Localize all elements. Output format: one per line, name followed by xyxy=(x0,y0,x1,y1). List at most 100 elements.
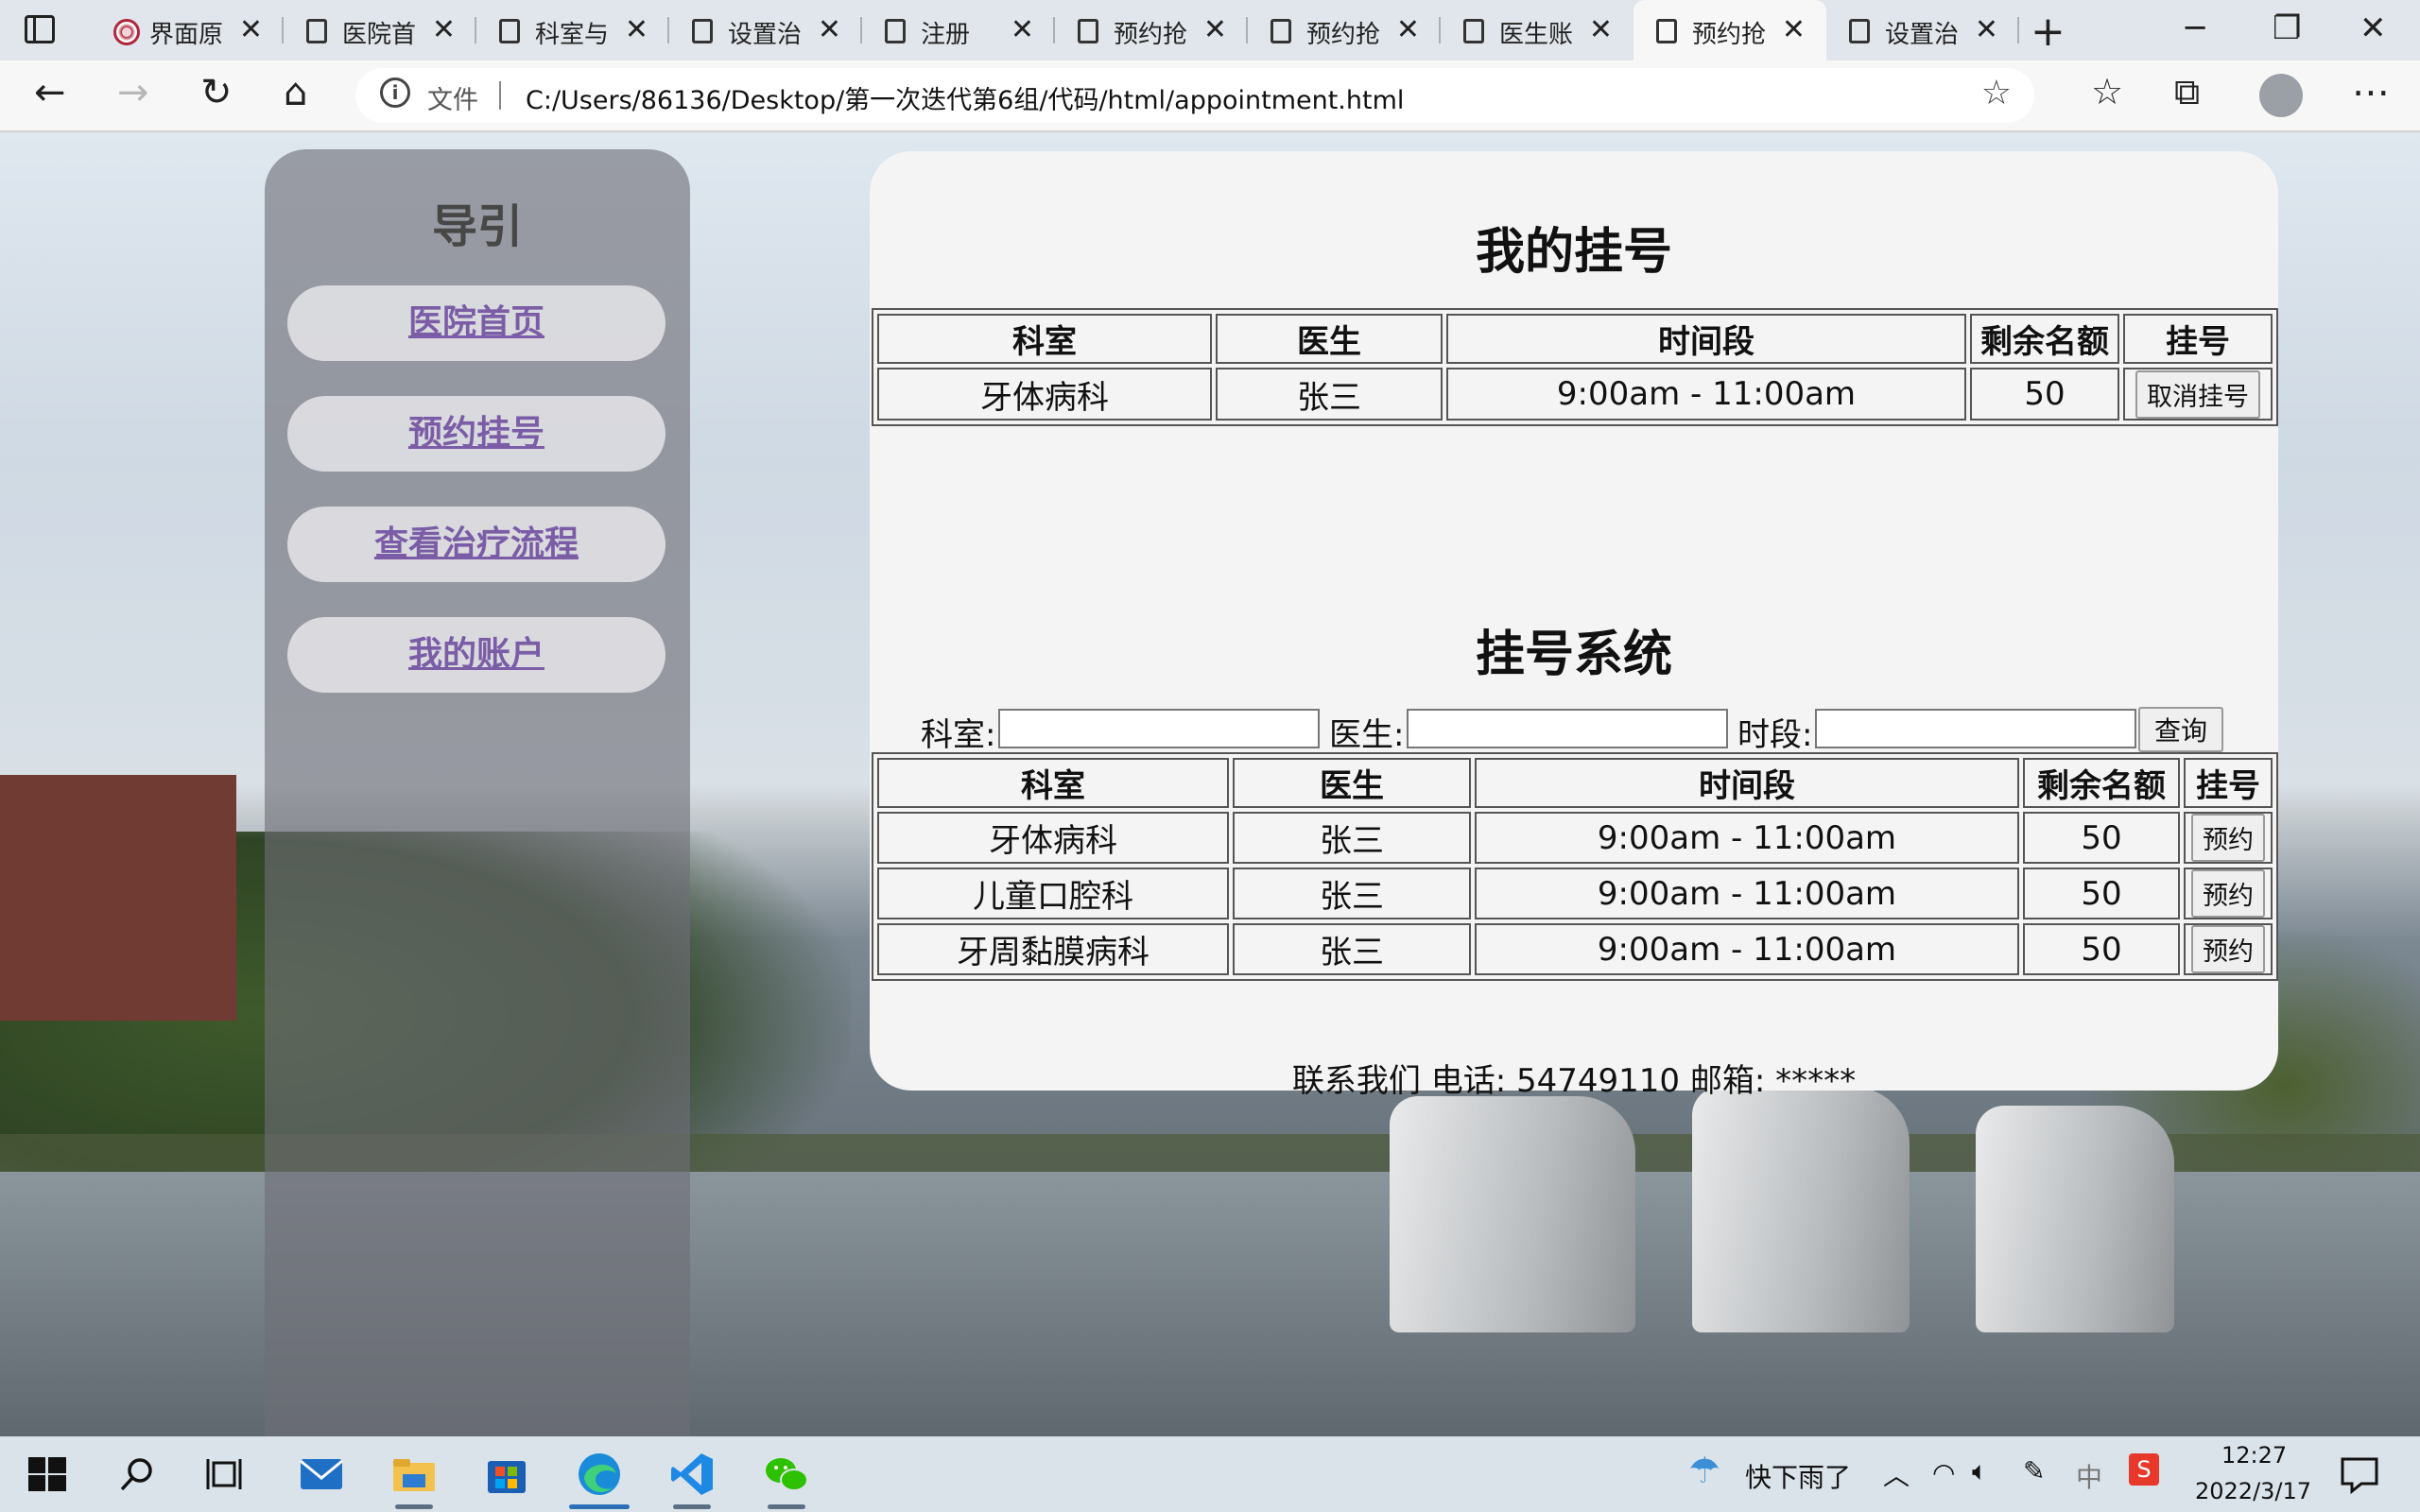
vscode-icon[interactable] xyxy=(667,1450,717,1499)
close-icon[interactable]: ✕ xyxy=(1589,13,1613,46)
close-icon[interactable]: ✕ xyxy=(239,13,263,46)
tab-1[interactable]: 界面原 ✕ xyxy=(91,0,284,60)
browser-toolbar: ← → ↻ ⌂ i 文件 C:/Users/86136/Desktop/第一次迭… xyxy=(0,60,2420,132)
nav-link-appointment[interactable]: 预约挂号 xyxy=(287,396,666,472)
action-cell: 预约 xyxy=(2184,812,2273,864)
minimize-icon[interactable]: ─ xyxy=(2186,9,2204,47)
weather-umbrella-icon[interactable]: ☂ xyxy=(1688,1450,1720,1491)
file-explorer-icon[interactable] xyxy=(389,1450,439,1499)
tab-10[interactable]: 设置治 ✕ xyxy=(1826,0,2019,60)
tab-9-active[interactable]: 预约抢 ✕ xyxy=(1634,0,1826,60)
notification-icon[interactable] xyxy=(2335,1450,2384,1499)
tab-title: 预约抢 xyxy=(1114,21,1188,49)
column-header: 挂号 xyxy=(2184,758,2273,808)
ime-indicator[interactable]: 中 xyxy=(2076,1457,2102,1495)
refresh-icon[interactable]: ↻ xyxy=(200,74,233,112)
wechat-icon[interactable] xyxy=(762,1450,811,1499)
add-favorite-icon[interactable]: ☆ xyxy=(1981,74,2012,112)
active-indicator xyxy=(569,1504,630,1509)
close-icon[interactable]: ✕ xyxy=(1396,13,1420,46)
tab-3[interactable]: 科室与 ✕ xyxy=(476,0,669,60)
weather-text[interactable]: 快下雨了 xyxy=(1745,1457,1851,1495)
table-row: 牙周黏膜病科 张三 9:00am - 11:00am 50 预约 xyxy=(877,923,2273,975)
document-icon xyxy=(499,19,520,43)
tab-7[interactable]: 预约抢 ✕ xyxy=(1248,0,1441,60)
background-sculpture xyxy=(1692,1087,1910,1332)
nav-link-my-account[interactable]: 我的账户 xyxy=(287,617,666,693)
chevron-up-icon[interactable]: ︿ xyxy=(1883,1455,1910,1493)
document-icon xyxy=(1078,19,1098,43)
period-search-label: 时段: xyxy=(1737,716,1813,754)
dept-search-input[interactable] xyxy=(998,709,1320,748)
background-sculpture xyxy=(1976,1106,2174,1332)
scheme-label: 文件 xyxy=(427,86,478,115)
cancel-registration-button[interactable]: 取消挂号 xyxy=(2135,369,2260,419)
network-icon[interactable]: ◠ xyxy=(1932,1457,1955,1488)
microsoft-store-icon[interactable] xyxy=(482,1450,531,1499)
close-icon[interactable]: ✕ xyxy=(818,13,841,46)
avatar[interactable] xyxy=(2259,74,2303,117)
close-icon[interactable]: ✕ xyxy=(625,13,648,46)
restore-icon[interactable]: ❐ xyxy=(2273,9,2301,47)
close-icon[interactable]: ✕ xyxy=(1975,13,1998,46)
action-cell: 取消挂号 xyxy=(2123,368,2273,421)
doctor-search-input[interactable] xyxy=(1407,709,1728,748)
search-icon[interactable] xyxy=(113,1450,163,1499)
close-icon[interactable]: ✕ xyxy=(1782,13,1806,46)
sogou-ime-icon[interactable]: S xyxy=(2129,1453,2159,1486)
more-menu-icon[interactable]: ⋯ xyxy=(2352,74,2390,112)
tab-8[interactable]: 医生账 ✕ xyxy=(1441,0,1634,60)
close-icon[interactable]: ✕ xyxy=(1203,13,1227,46)
tab-title: 设置治 xyxy=(1885,21,1960,49)
time-cell: 9:00am - 11:00am xyxy=(1446,368,1966,421)
new-tab-icon[interactable]: + xyxy=(2031,8,2066,56)
windows-start-icon[interactable] xyxy=(23,1450,72,1499)
book-button[interactable]: 预约 xyxy=(2191,869,2265,918)
table-header-row: 科室 医生 时间段 剩余名额 挂号 xyxy=(877,314,2273,364)
dept-cell: 牙体病科 xyxy=(877,368,1212,421)
sidebar: 导引 医院首页 预约挂号 查看治疗流程 我的账户 xyxy=(265,149,690,1436)
tab-4[interactable]: 设置治 ✕ xyxy=(669,0,862,60)
document-icon xyxy=(885,19,906,43)
close-icon[interactable]: ✕ xyxy=(432,13,456,46)
address-divider xyxy=(499,81,501,110)
book-button[interactable]: 预约 xyxy=(2191,925,2265,973)
book-button[interactable]: 预约 xyxy=(2191,814,2265,862)
clock-date[interactable]: 2022/3/17 xyxy=(2195,1478,2311,1504)
document-icon xyxy=(1656,19,1677,43)
action-cell: 预约 xyxy=(2184,923,2273,975)
column-header: 时间段 xyxy=(1446,314,1966,364)
url-text[interactable]: C:/Users/86136/Desktop/第一次迭代第6组/代码/html/… xyxy=(526,79,1404,116)
forward-icon[interactable]: → xyxy=(117,74,149,112)
time-cell: 9:00am - 11:00am xyxy=(1475,923,2019,975)
pen-icon[interactable]: ✎ xyxy=(2023,1455,2045,1486)
tab-6[interactable]: 预约抢 ✕ xyxy=(1055,0,1248,60)
close-icon[interactable]: ✕ xyxy=(1011,13,1034,46)
nav-link-treatment-process[interactable]: 查看治疗流程 xyxy=(287,507,666,582)
column-header: 剩余名额 xyxy=(1970,314,2119,364)
query-button[interactable]: 查询 xyxy=(2138,707,2223,752)
back-icon[interactable]: ← xyxy=(34,74,66,112)
tab-5[interactable]: 注册 ✕ xyxy=(862,0,1055,60)
doctor-cell: 张三 xyxy=(1233,923,1471,975)
tab-actions-icon[interactable] xyxy=(25,15,55,43)
address-bar[interactable]: i 文件 C:/Users/86136/Desktop/第一次迭代第6组/代码/… xyxy=(355,68,2034,123)
tab-2[interactable]: 医院首 ✕ xyxy=(284,0,476,60)
info-icon[interactable]: i xyxy=(380,77,410,108)
clock-time[interactable]: 12:27 xyxy=(2221,1442,2287,1469)
mail-icon[interactable] xyxy=(297,1450,346,1499)
tab-title: 预约抢 xyxy=(1692,21,1767,49)
document-icon xyxy=(692,19,713,43)
period-search-input[interactable] xyxy=(1815,709,2136,748)
task-view-icon[interactable] xyxy=(202,1450,251,1499)
edge-browser-icon[interactable] xyxy=(575,1450,624,1499)
home-icon[interactable]: ⌂ xyxy=(284,74,307,112)
column-header: 医生 xyxy=(1216,314,1443,364)
nav-link-hospital-home[interactable]: 医院首页 xyxy=(287,285,666,361)
close-window-icon[interactable]: ✕ xyxy=(2360,9,2387,47)
favorites-icon[interactable]: ☆ xyxy=(2091,74,2123,110)
time-cell: 9:00am - 11:00am xyxy=(1475,812,2019,864)
running-indicator xyxy=(768,1504,805,1509)
volume-icon[interactable]: 🔈︎ xyxy=(1972,1455,1988,1487)
collections-icon[interactable]: ⧉ xyxy=(2174,74,2200,110)
